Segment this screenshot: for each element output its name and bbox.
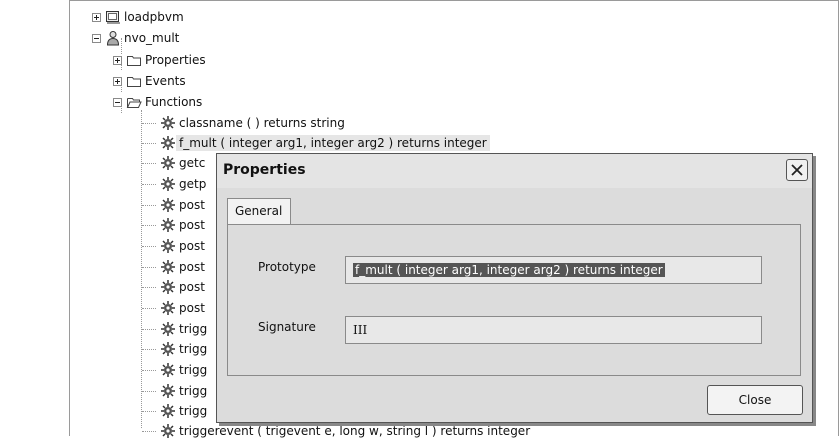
function-icon	[161, 322, 175, 336]
tree-item-label: classname ( ) returns string	[179, 116, 345, 130]
tree-item-properties[interactable]: Properties	[113, 50, 209, 70]
signature-field[interactable]: III	[345, 316, 762, 344]
close-button-label: Close	[738, 393, 772, 407]
properties-dialog: Properties General Prototype f_mult ( in…	[216, 153, 813, 423]
tree-item-function[interactable]: f_mult ( integer arg1, integer arg2 ) re…	[142, 133, 490, 153]
tree-item-nvo-mult[interactable]: nvo_mult	[92, 28, 182, 48]
function-icon	[161, 116, 175, 130]
tree-item-label: post	[179, 301, 205, 315]
tree-item-function[interactable]: trigg	[142, 381, 210, 401]
function-icon	[161, 260, 175, 274]
tree-item-function[interactable]: getc	[142, 153, 208, 173]
tree-item-function[interactable]: post	[142, 298, 208, 318]
tree-item-label: Events	[145, 74, 186, 88]
tree-item-label: post	[179, 198, 205, 212]
signature-label: Signature	[258, 320, 316, 334]
tree-item-label: trigg	[179, 404, 208, 418]
tree-item-functions[interactable]: Functions	[113, 92, 205, 112]
tree-item-label: Functions	[145, 95, 203, 109]
tree-item-function[interactable]: getp	[142, 174, 209, 194]
dialog-title-bar[interactable]: Properties	[217, 154, 812, 188]
function-icon	[161, 384, 175, 398]
tree-item-label: post	[179, 260, 205, 274]
function-icon	[161, 363, 175, 377]
tree-item-function[interactable]: classname ( ) returns string	[142, 113, 348, 133]
function-icon	[161, 156, 175, 170]
prototype-field[interactable]: f_mult ( integer arg1, integer arg2 ) re…	[345, 256, 762, 284]
tab-general-label: General	[235, 204, 283, 218]
function-icon	[161, 218, 175, 232]
tree-item-label: getc	[179, 156, 206, 170]
expand-icon[interactable]	[113, 76, 122, 86]
tree-item-function[interactable]: triggerevent ( trigevent e, long w, stri…	[142, 421, 533, 441]
tree-item-label: post	[179, 239, 205, 253]
tree-item-loadpbvm[interactable]: loadpbvm	[92, 7, 187, 27]
function-icon	[161, 280, 175, 294]
general-panel: Prototype f_mult ( integer arg1, integer…	[227, 224, 801, 376]
close-button[interactable]: Close	[707, 385, 803, 415]
tree-item-function[interactable]: trigg	[142, 339, 210, 359]
tree-item-function[interactable]: post	[142, 257, 208, 277]
function-icon	[161, 136, 175, 150]
tree-item-function[interactable]: post	[142, 236, 208, 256]
function-icon	[161, 198, 175, 212]
tree-item-label: triggerevent ( trigevent e, long w, stri…	[179, 424, 531, 438]
function-icon	[161, 342, 175, 356]
folder-icon	[127, 56, 141, 66]
folder-open-icon	[126, 98, 142, 108]
tree-item-label: trigg	[179, 342, 208, 356]
tree-item-label: f_mult ( integer arg1, integer arg2 ) re…	[176, 135, 490, 151]
collapse-icon[interactable]	[92, 33, 101, 43]
tree-item-label: nvo_mult	[124, 31, 180, 45]
tree-item-function[interactable]: post	[142, 195, 208, 215]
tree-item-function[interactable]: trigg	[142, 319, 210, 339]
dialog-title: Properties	[223, 162, 306, 178]
tree-item-function[interactable]: post	[142, 277, 208, 297]
tree-item-function[interactable]: post	[142, 215, 208, 235]
tree-item-label: trigg	[179, 363, 208, 377]
tree-item-label: post	[179, 280, 205, 294]
tree-item-label: Properties	[145, 53, 206, 67]
function-icon	[161, 424, 175, 438]
library-icon	[106, 11, 120, 24]
expand-icon[interactable]	[92, 12, 101, 22]
function-icon	[161, 404, 175, 418]
prototype-value: f_mult ( integer arg1, integer arg2 ) re…	[353, 263, 665, 277]
signature-value: III	[353, 323, 368, 337]
expand-icon[interactable]	[113, 55, 122, 65]
folder-icon	[127, 77, 141, 87]
close-icon[interactable]	[786, 159, 808, 181]
tree-item-function[interactable]: trigg	[142, 401, 210, 421]
tree-item-label: trigg	[179, 384, 208, 398]
tree-item-events[interactable]: Events	[113, 71, 189, 91]
tree-item-label: getp	[179, 177, 207, 191]
tab-general[interactable]: General	[227, 198, 291, 224]
tree-item-label: post	[179, 218, 205, 232]
tree-item-function[interactable]: trigg	[142, 360, 210, 380]
prototype-label: Prototype	[258, 260, 316, 274]
user-object-icon	[106, 31, 120, 46]
function-icon	[161, 239, 175, 253]
tree-item-label: loadpbvm	[124, 10, 184, 24]
collapse-icon[interactable]	[113, 97, 122, 107]
tree-item-label: trigg	[179, 322, 208, 336]
function-icon	[161, 301, 175, 315]
function-icon	[161, 177, 175, 191]
